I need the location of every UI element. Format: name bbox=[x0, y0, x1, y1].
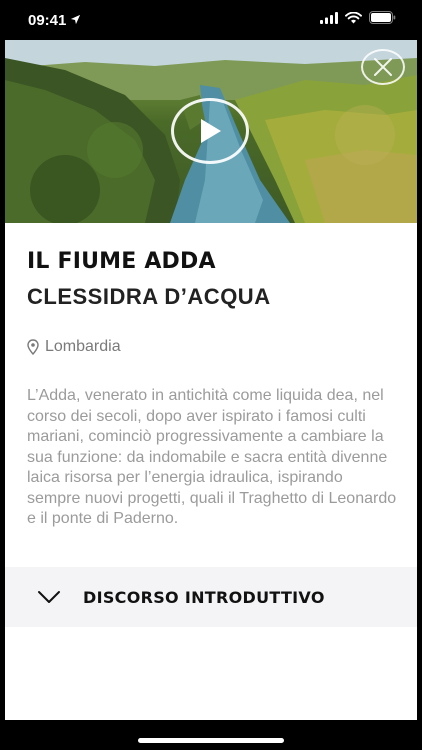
battery-icon bbox=[369, 11, 396, 29]
close-icon bbox=[374, 58, 392, 76]
home-indicator[interactable] bbox=[138, 738, 284, 743]
play-button[interactable] bbox=[171, 98, 249, 164]
hero-media[interactable] bbox=[5, 40, 417, 223]
location-label: Lombardia bbox=[45, 338, 121, 355]
location-row: Lombardia bbox=[27, 338, 395, 356]
page-title: IL FIUME ADDA bbox=[27, 249, 216, 274]
location-arrow-icon bbox=[70, 12, 81, 29]
cellular-signal-icon bbox=[320, 11, 338, 29]
page-subtitle: CLESSIDRA D’ACQUA bbox=[27, 284, 271, 309]
status-time-group: 09:41 bbox=[28, 12, 81, 29]
detail-content: IL FIUME ADDA CLESSIDRA D’ACQUA Lombardi… bbox=[5, 223, 417, 530]
wifi-icon bbox=[345, 11, 362, 29]
intro-speech-accordion[interactable]: DISCORSO INTRODUTTIVO bbox=[5, 567, 417, 627]
detail-card: IL FIUME ADDA CLESSIDRA D’ACQUA Lombardi… bbox=[5, 40, 417, 720]
play-icon bbox=[201, 119, 221, 143]
close-button[interactable] bbox=[361, 49, 405, 85]
status-indicators bbox=[320, 11, 396, 29]
accordion-label: DISCORSO INTRODUTTIVO bbox=[83, 587, 325, 607]
map-pin-icon bbox=[27, 339, 39, 355]
status-time: 09:41 bbox=[28, 11, 67, 29]
status-bar: 09:41 bbox=[0, 0, 422, 40]
description-text: L’Adda, venerato in antichità come liqui… bbox=[27, 387, 397, 527]
chevron-down-icon bbox=[38, 591, 60, 603]
